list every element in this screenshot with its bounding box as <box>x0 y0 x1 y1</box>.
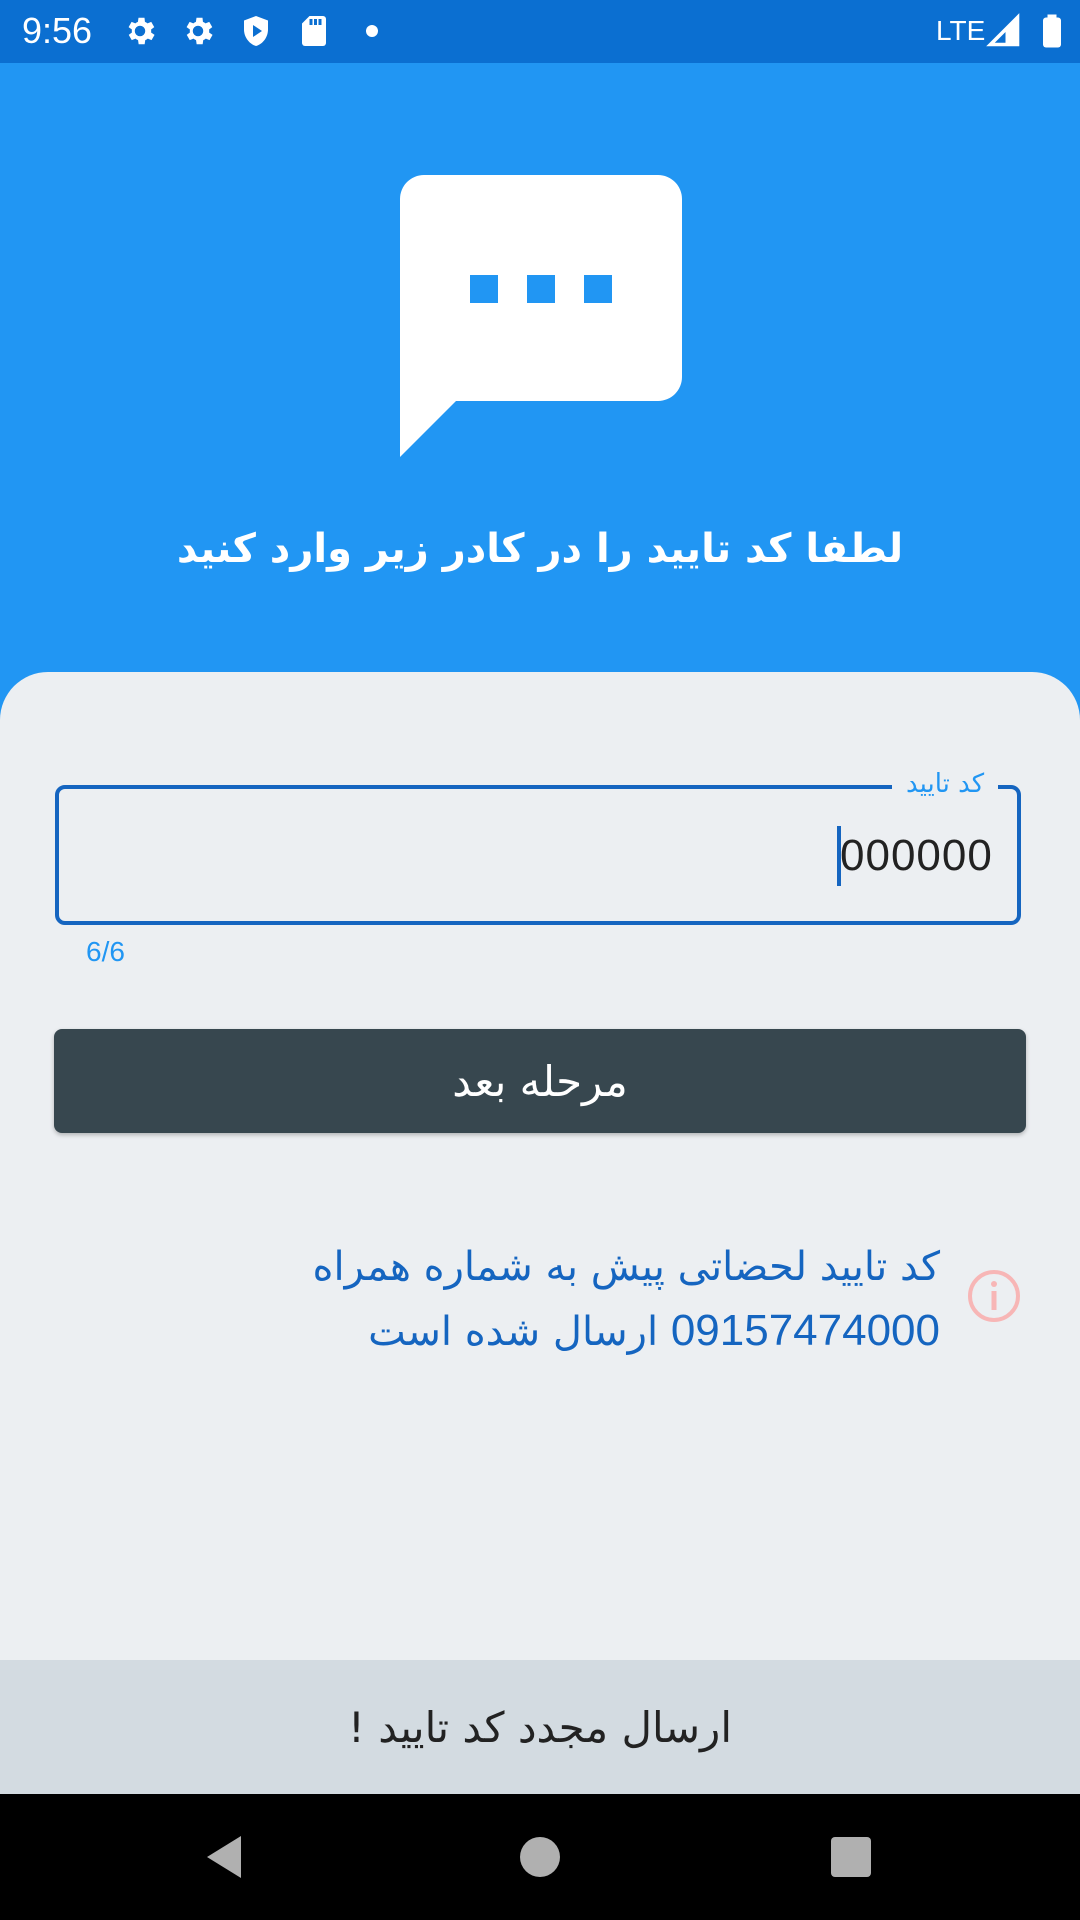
char-counter: 6/6 <box>86 936 125 967</box>
resend-code-button[interactable]: ارسال مجدد کد تایید ! <box>0 1660 1080 1794</box>
back-icon[interactable] <box>201 1832 251 1882</box>
info-line-2: 09157474000 ارسال شده است <box>260 1299 940 1364</box>
gear-icon <box>128 17 155 45</box>
next-step-button[interactable]: مرحله بعد <box>54 1029 1026 1133</box>
page-title: لطفا کد تایید را در کادر زیر وارد کنید <box>176 526 904 572</box>
verification-code-label: کد تایید <box>892 764 999 804</box>
status-time: 9:56 <box>22 10 93 51</box>
text-cursor <box>837 826 841 886</box>
resend-code-label: ارسال مجدد کد تایید ! <box>348 1702 732 1752</box>
network-type: LTE <box>936 15 986 46</box>
info-message: کد تایید لحضاتی پیش به شماره همراه 09157… <box>260 1235 940 1364</box>
recents-icon[interactable] <box>826 1832 876 1882</box>
verification-code-value[interactable]: 000000 <box>840 828 993 884</box>
dot-icon <box>366 25 378 37</box>
gear-icon <box>186 17 213 45</box>
battery-icon <box>1043 14 1061 48</box>
sd-card-icon <box>302 16 326 46</box>
message-bubble-icon <box>400 175 682 457</box>
next-step-label: مرحله بعد <box>452 1056 628 1106</box>
status-bar: 9:56 LTE <box>0 0 1080 63</box>
info-icon <box>968 1270 1020 1322</box>
shield-play-icon <box>244 16 268 46</box>
signal-icon <box>986 13 1020 47</box>
hero-header: لطفا کد تایید را در کادر زیر وارد کنید <box>0 63 1080 678</box>
info-line-1: کد تایید لحضاتی پیش به شماره همراه <box>312 1244 940 1290</box>
home-icon[interactable] <box>515 1832 565 1882</box>
info-line-2-text: ارسال شده است <box>368 1309 659 1355</box>
phone-number: 09157474000 <box>670 1306 940 1355</box>
